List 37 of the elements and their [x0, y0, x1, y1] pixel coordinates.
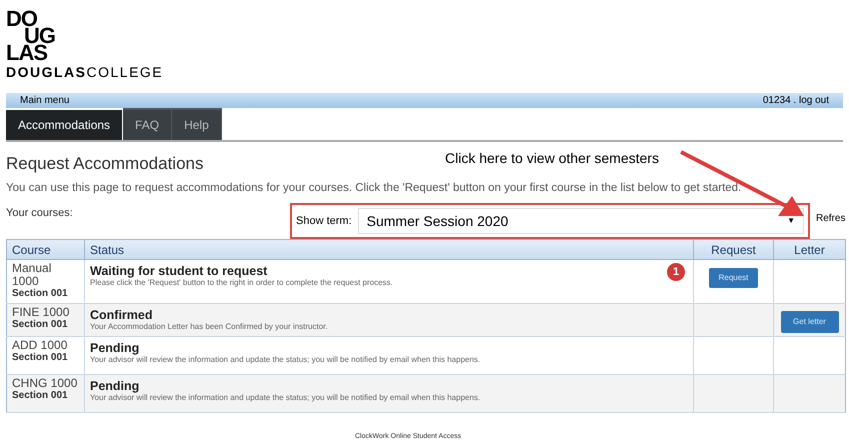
nav-tab[interactable]: FAQ: [123, 108, 172, 140]
status-title: Pending: [90, 379, 140, 394]
status-title: Waiting for student to request: [90, 264, 268, 278]
nav-tab[interactable]: Help: [172, 108, 222, 140]
status-detail: Your advisor will review the information and update the status; you will be notified by email when this happens.: [90, 393, 482, 404]
logo-wordmark: DOUGLASCOLLEGE: [6, 65, 164, 79]
section-label: Section 001: [12, 390, 69, 402]
course-name: FINE 1000: [12, 306, 70, 320]
user-logout-link[interactable]: 01234 . log out: [762, 93, 829, 108]
course-name: CHNG 1000: [12, 377, 78, 390]
course-name: Manual 1000: [12, 262, 52, 288]
nav-tab[interactable]: Accommodations: [6, 108, 124, 140]
column-header: Course: [6, 240, 84, 260]
page-heading: Request Accommodations: [6, 153, 204, 175]
annotation-text: Click here to view other semesters: [445, 149, 659, 168]
menu-title: Main menu: [20, 94, 70, 108]
section-label: Section 001: [12, 352, 69, 364]
courses-label: Your courses:: [6, 206, 74, 222]
status-title: Confirmed: [90, 308, 152, 322]
caret-icon: ▼: [787, 215, 795, 228]
status-detail: Your Accommodation Letter has been Confirmed by your instructor.: [90, 322, 329, 332]
intro-text: You can use this page to request accommodations for your courses. Click the 'Request' button on your first course in the list below to get started.: [5, 181, 742, 196]
section-label: Section 001: [12, 319, 69, 332]
get-letter-button[interactable]: Get letter: [780, 311, 838, 334]
term-label: Show term:: [296, 214, 352, 229]
step-badge: 1: [667, 263, 685, 282]
column-header: Status: [84, 240, 694, 260]
section-label: Section 001: [12, 288, 69, 300]
term-dropdown[interactable]: Summer Session 2020 ▼: [358, 208, 804, 234]
column-header: Request: [694, 240, 774, 260]
course-name: ADD 1000: [12, 339, 68, 352]
refresh-button[interactable]: Refres: [816, 211, 846, 226]
status-detail: Please click the 'Request' button to the right in order to complete the request process.: [90, 278, 394, 288]
request-button[interactable]: Request: [709, 268, 758, 288]
status-detail: Your advisor will review the information and update the status; you will be notified by email when this happens.: [90, 355, 482, 366]
status-title: Pending: [90, 341, 140, 356]
logo-mark: DO UG LAS: [6, 10, 56, 61]
